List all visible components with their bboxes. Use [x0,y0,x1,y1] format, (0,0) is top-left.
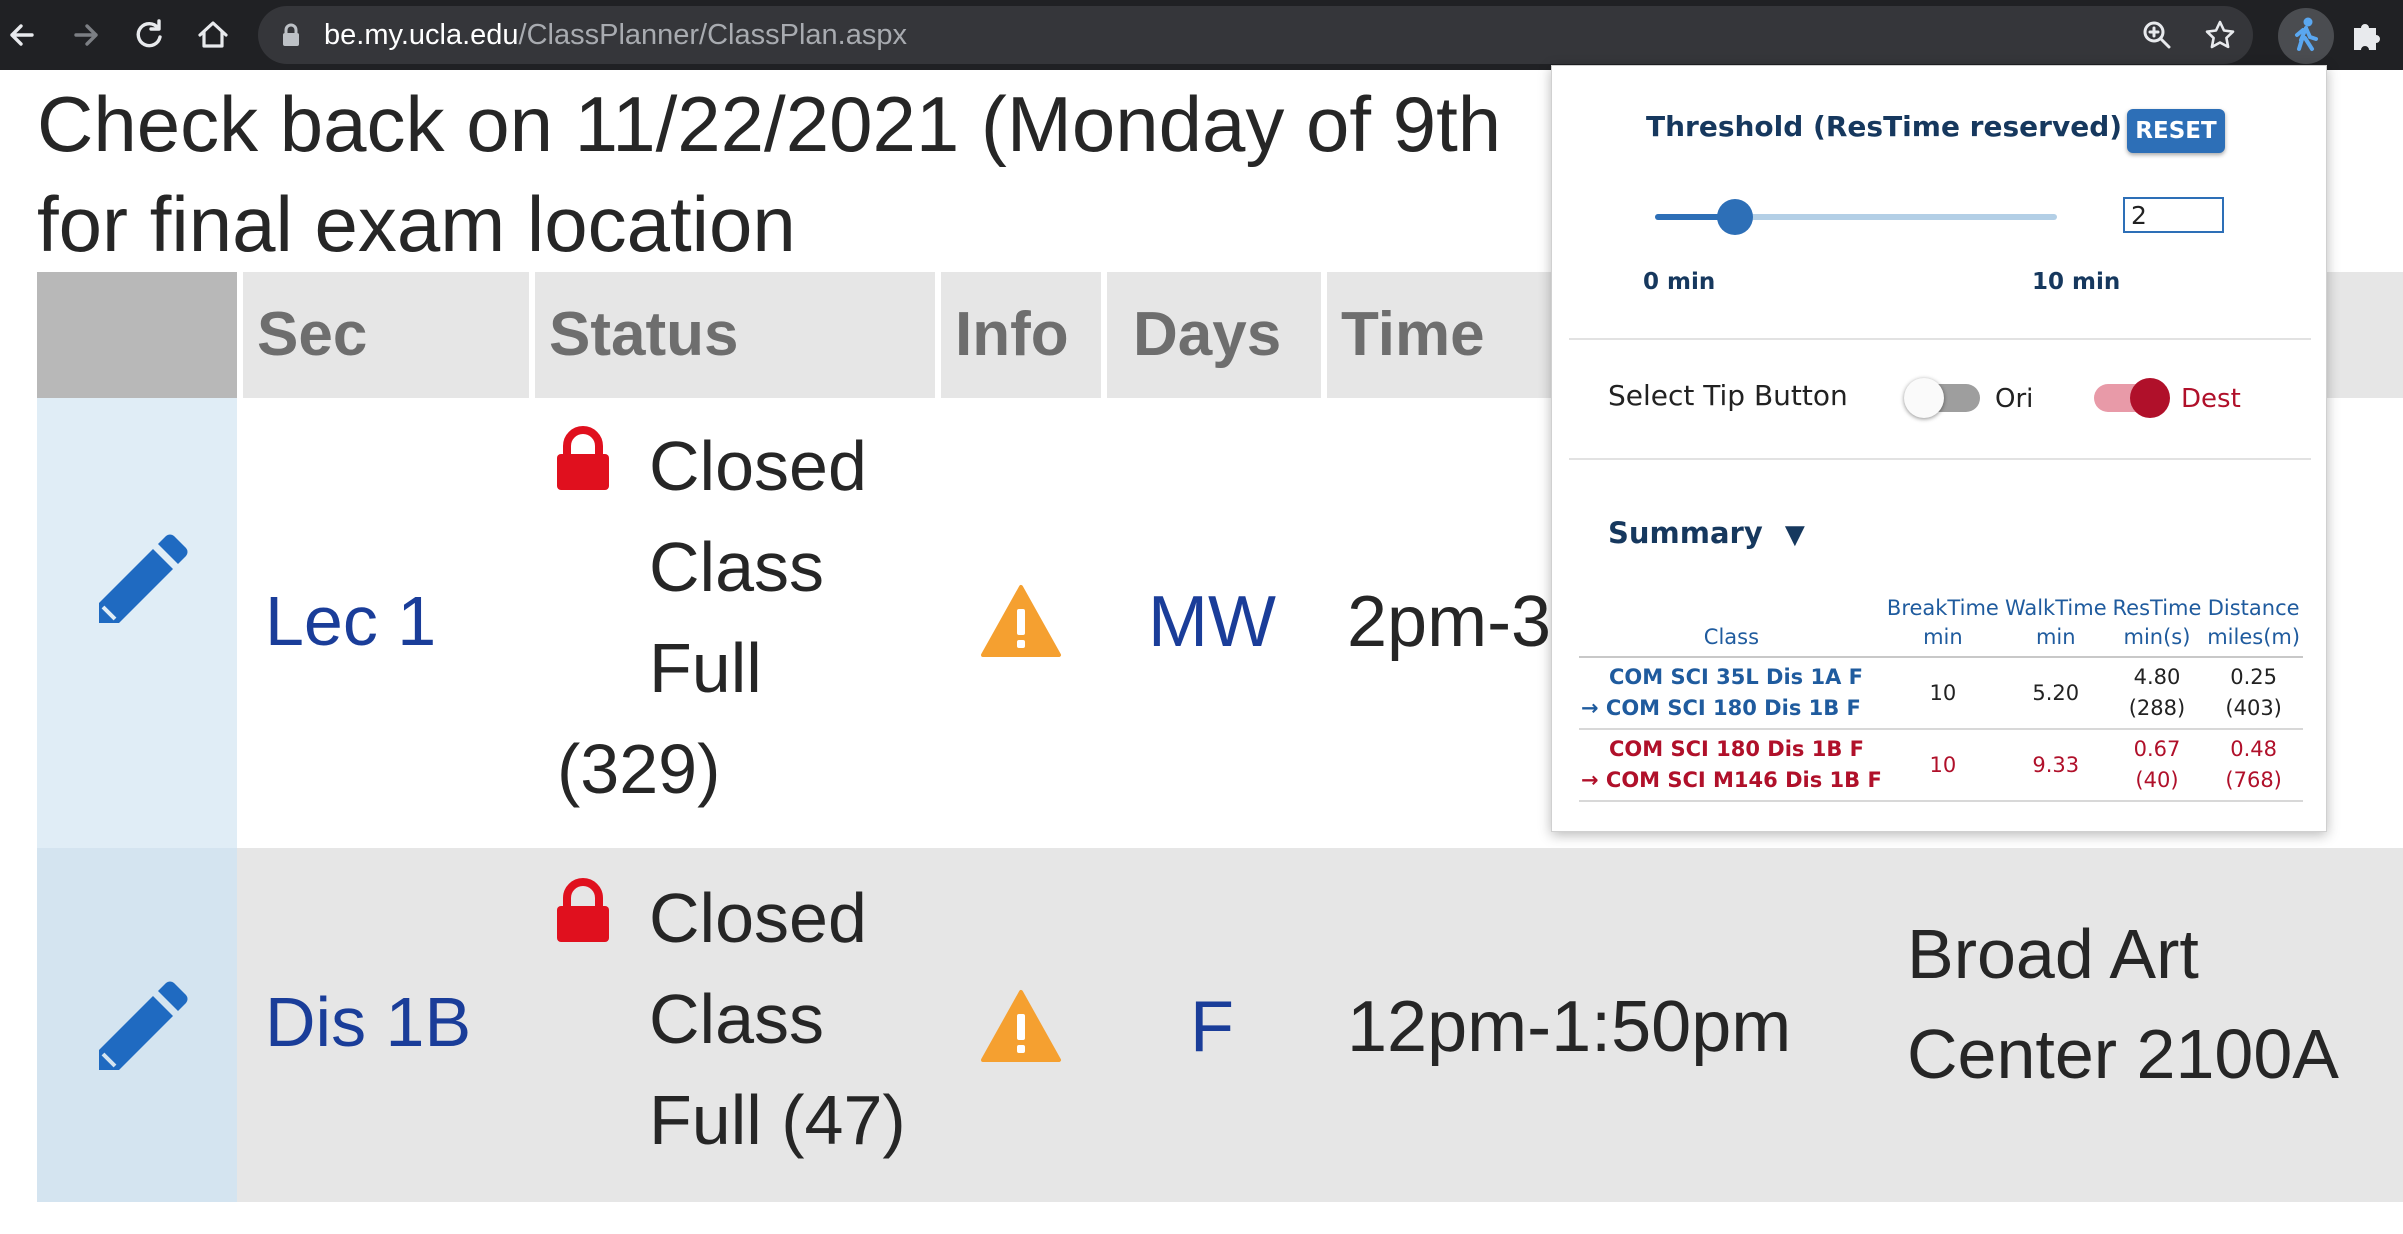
dest-label: Dest [2181,384,2241,414]
distance: 0.25 (403) [2204,657,2303,730]
ori-toggle[interactable] [1904,378,1980,418]
time-text: 12pm-1:50pm [1347,987,1792,1067]
summary-label: Summary [1608,516,1763,550]
header-status: Status [535,272,935,398]
status-text: Closed Class Full (47) [649,879,906,1159]
toggle-knob [1904,378,1944,418]
extension-button[interactable] [2278,8,2334,64]
edit-cell [37,848,237,1202]
back-button[interactable] [2,14,44,56]
extensions-puzzle-icon[interactable] [2346,16,2386,56]
col-class: Class [1579,590,1884,658]
toggle-knob [2130,378,2170,418]
threshold-title: Threshold (ResTime reserved) [1646,110,2123,143]
final-exam-notice: Check back on 11/22/2021 (Monday of 9th … [37,74,1557,274]
forward-arrow-icon [74,24,98,46]
lock-icon [283,23,299,46]
edit-cell [37,398,237,848]
reload-button[interactable] [128,14,170,56]
summary-row: COM SCI 35L Dis 1A F → COM SCI 180 Dis 1B… [1579,657,2303,730]
summary-table: Class BreakTime min WalkTime min ResTime mi… [1579,590,2303,802]
walk-time: 5.20 [2001,657,2110,730]
days-text: MW [1148,582,1276,662]
home-button[interactable] [192,14,234,56]
walk-time: 9.33 [2001,729,2110,802]
forward-button[interactable] [64,14,106,56]
slider-thumb[interactable] [1717,199,1754,235]
slider-max-label: 10 min [2032,269,2121,295]
break-time: 10 [1883,657,2002,730]
tip-button-label: Select Tip Button [1608,379,1848,412]
days-text: F [1190,987,1234,1067]
header-info: Info [941,272,1101,398]
back-arrow-icon [10,24,34,46]
ori-label: Ori [1995,384,2034,414]
section-link[interactable]: Dis 1B [265,982,471,1062]
col-breaktime: BreakTime min [1883,590,2002,658]
zoom-icon[interactable] [2140,18,2174,52]
divider [1569,338,2311,340]
summary-header-row: Class BreakTime min WalkTime min ResTime mi… [1579,590,2303,658]
warning-icon[interactable] [980,583,1062,659]
status-text: Closed Class Full (329) [557,427,867,808]
header-days: Days [1107,272,1321,398]
distance: 0.48 (768) [2204,729,2303,802]
section-link[interactable]: Lec 1 [265,581,436,661]
route-classes: COM SCI 35L Dis 1A F → COM SCI 180 Dis 1B… [1579,657,1884,730]
summary-row: COM SCI 180 Dis 1B F → COM SCI M146 Dis 1… [1579,729,2303,802]
threshold-input[interactable] [2123,197,2224,233]
res-time: 4.80 (288) [2109,657,2205,730]
threshold-slider[interactable] [1655,199,2057,235]
col-walktime: WalkTime min [2001,590,2110,658]
col-distance: Distance miles(m) [2204,590,2303,658]
bookmark-star-icon[interactable] [2203,18,2237,52]
home-icon [198,21,228,48]
divider [1569,458,2311,460]
warning-icon[interactable] [980,988,1062,1064]
notice-line-1: Check back on 11/22/2021 (Monday of 9th [37,80,1502,168]
route-classes: COM SCI 180 Dis 1B F → COM SCI M146 Dis 1… [1579,729,1884,802]
edit-pencil-icon[interactable] [85,527,195,637]
reset-button[interactable]: RESET [2127,109,2225,153]
browser-toolbar: be.my.ucla.edu/ClassPlanner/ClassPlan.as… [0,0,2403,70]
address-bar[interactable]: be.my.ucla.edu/ClassPlanner/ClassPlan.as… [258,6,2253,64]
walking-person-icon [2295,17,2318,51]
url-text[interactable]: be.my.ucla.edu/ClassPlanner/ClassPlan.as… [324,17,907,53]
table-row: Dis 1B Closed Class Full (47) F 12pm-1:5… [37,848,2403,1202]
slider-min-label: 0 min [1643,269,1716,295]
break-time: 10 [1883,729,2002,802]
header-edit [37,272,237,398]
location-text: Broad Art Center 2100A [1907,915,2339,1093]
dest-toggle[interactable] [2094,378,2170,418]
summary-toggle[interactable]: Summary ▼ [1608,516,1805,550]
header-sec: Sec [243,272,529,398]
caret-down-icon: ▼ [1784,520,1805,550]
reload-icon [136,19,162,48]
col-restime: ResTime min(s) [2109,590,2205,658]
edit-pencil-icon[interactable] [85,974,195,1084]
res-time: 0.67 (40) [2109,729,2205,802]
extension-popup: Threshold (ResTime reserved) RESET 0 min… [1551,65,2327,832]
time-text: 2pm-3 [1347,582,1552,662]
notice-line-2: for final exam location [37,180,796,268]
